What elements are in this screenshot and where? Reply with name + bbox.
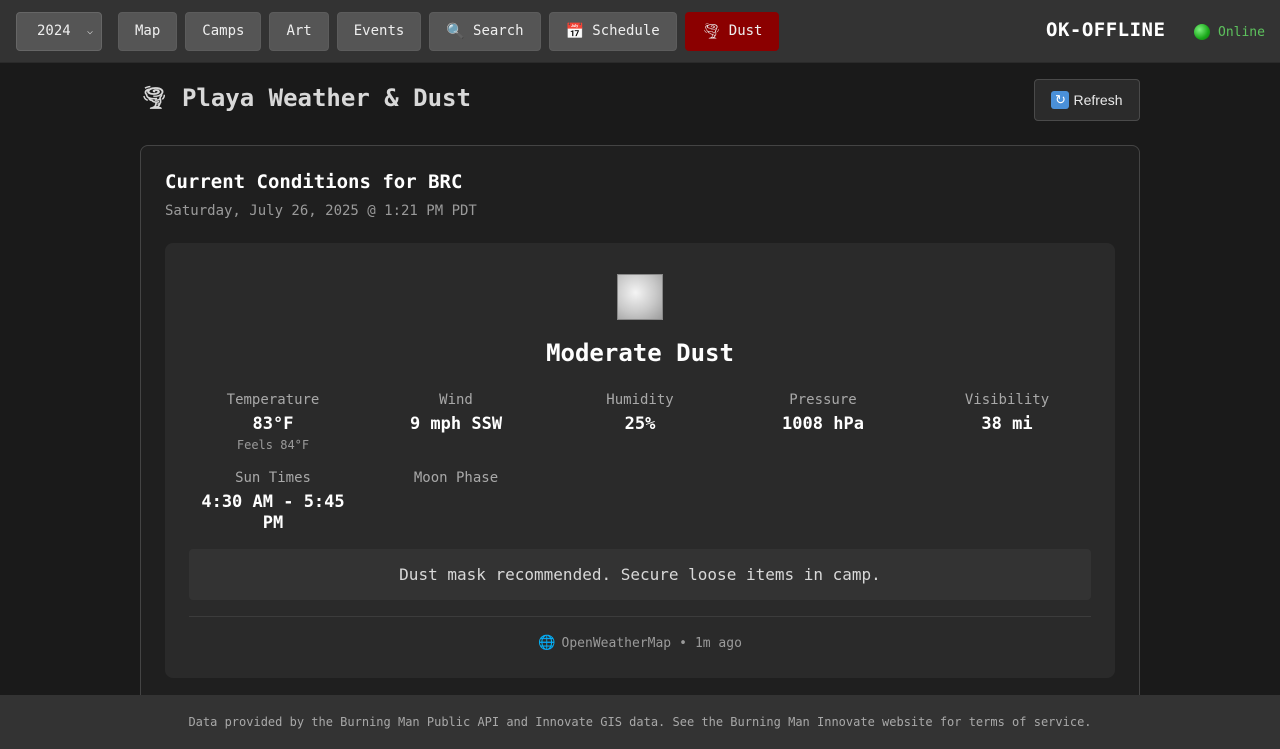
nav-camps-label: Camps: [202, 23, 245, 39]
year-select[interactable]: 2024 ⌵: [16, 11, 102, 51]
conditions-heading: Current Conditions for BRC: [165, 171, 463, 193]
stat-wind-label: Wind: [439, 392, 473, 408]
nav-map-label: Map: [135, 23, 161, 39]
condition-label: Moderate Dust: [546, 339, 734, 367]
data-updated: 1m ago: [694, 635, 742, 651]
stat-temperature-value: 83°F: [252, 414, 294, 434]
separator-dot: •: [679, 635, 687, 651]
stat-sun-times-label: Sun Times: [235, 470, 311, 486]
calendar-icon: 📅: [565, 22, 585, 40]
nav-search-label: Search: [473, 23, 524, 39]
dust-advice: Dust mask recommended. Secure loose item…: [189, 549, 1091, 600]
nav-schedule-label: Schedule: [592, 23, 660, 39]
nav-art-button[interactable]: Art: [269, 11, 329, 51]
stat-sun-times-value: 4:30 AM - 5:45 PM: [201, 492, 345, 533]
nav-camps-button[interactable]: Camps: [185, 11, 262, 51]
magnifier-icon: 🔍: [446, 22, 466, 40]
conditions-timestamp: Saturday, July 26, 2025 @ 1:21 PM PDT: [165, 203, 477, 219]
refresh-button[interactable]: ↻ Refresh: [1034, 79, 1140, 121]
top-nav: 2024 ⌵ Map Camps Art Events 🔍 Search 📅 S…: [0, 0, 1280, 63]
globe-icon: 🌐: [538, 635, 556, 651]
nav-art-label: Art: [286, 23, 312, 39]
stat-visibility: Visibility 38 mi: [922, 392, 1092, 435]
data-source-name: OpenWeatherMap: [561, 635, 672, 651]
footer: Data provided by the Burning Man Public …: [0, 695, 1280, 749]
stat-pressure: Pressure 1008 hPa: [738, 392, 908, 435]
data-source: 🌐 OpenWeatherMap • 1m ago: [165, 635, 1115, 651]
connection-status: Online: [1194, 24, 1265, 40]
refresh-icon: ↻: [1051, 91, 1070, 109]
divider: [189, 616, 1091, 617]
nav-search-button[interactable]: 🔍 Search: [429, 11, 541, 51]
year-select-value: 2024: [37, 23, 71, 39]
brand-title: OK-OFFLINE: [1046, 19, 1166, 41]
online-dot-icon: [1194, 24, 1210, 40]
dust-cloud-icon: [617, 274, 663, 320]
stat-humidity-value: 25%: [624, 414, 656, 434]
footer-text: Data provided by the Burning Man Public …: [188, 715, 1092, 729]
stat-humidity-label: Humidity: [606, 392, 674, 408]
page-title-text: Playa Weather & Dust: [181, 84, 471, 112]
chevron-down-icon: ⌵: [86, 25, 93, 37]
stat-sun-times: Sun Times 4:30 AM - 5:45 PM: [188, 470, 358, 534]
stat-temperature-label: Temperature: [226, 392, 320, 408]
nav-schedule-button[interactable]: 📅 Schedule: [548, 11, 677, 51]
stat-moon-phase: Moon Phase: [371, 470, 541, 492]
nav-events-label: Events: [353, 23, 405, 39]
tornado-icon: 🌪: [701, 22, 721, 40]
stat-moon-phase-label: Moon Phase: [413, 470, 499, 486]
connection-status-label: Online: [1218, 24, 1265, 40]
conditions-panel: Moderate Dust Temperature 83°F Feels 84°…: [165, 243, 1115, 678]
stat-visibility-label: Visibility: [964, 392, 1050, 408]
stat-humidity: Humidity 25%: [555, 392, 725, 435]
stat-wind: Wind 9 mph SSW: [371, 392, 541, 435]
refresh-label: Refresh: [1073, 92, 1123, 108]
nav-dust-button[interactable]: 🌪 Dust: [684, 11, 780, 51]
nav-dust-label: Dust: [728, 23, 763, 39]
nav-map-button[interactable]: Map: [118, 11, 178, 51]
page-title: 🌪 Playa Weather & Dust: [140, 84, 471, 112]
stat-visibility-value: 38 mi: [981, 414, 1033, 434]
stat-wind-value: 9 mph SSW: [409, 414, 503, 434]
stat-pressure-label: Pressure: [789, 392, 857, 408]
tornado-icon: 🌪: [140, 85, 168, 111]
stat-pressure-value: 1008 hPa: [782, 414, 864, 434]
stat-temperature: Temperature 83°F Feels 84°F: [188, 392, 358, 452]
nav-events-button[interactable]: Events: [336, 11, 422, 51]
stat-feels-like: Feels 84°F: [236, 438, 310, 452]
weather-card: Current Conditions for BRC Saturday, Jul…: [140, 145, 1140, 725]
